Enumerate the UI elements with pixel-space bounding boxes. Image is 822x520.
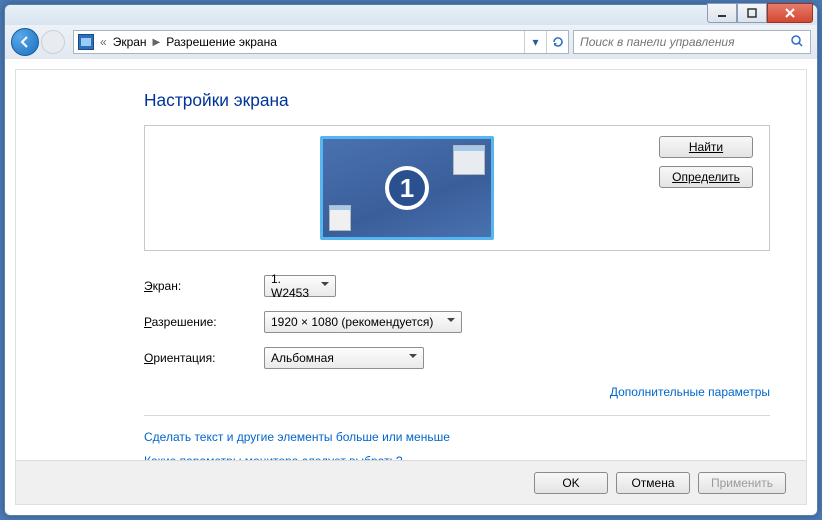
breadcrumb-chevron: « xyxy=(100,35,107,49)
orientation-label: Ориентация: xyxy=(144,351,264,365)
maximize-button[interactable] xyxy=(737,3,767,23)
detect-button[interactable]: Определить xyxy=(659,166,753,188)
ok-button[interactable]: OK xyxy=(534,472,608,494)
close-button[interactable] xyxy=(767,3,813,23)
back-button[interactable] xyxy=(11,28,39,56)
window-frame: « Экран ▶ Разрешение экрана ▾ Настройки … xyxy=(4,4,818,516)
nav-bar: « Экран ▶ Разрешение экрана ▾ xyxy=(5,25,817,59)
separator xyxy=(144,415,770,416)
button-bar: OK Отмена Применить xyxy=(16,460,806,504)
search-input[interactable] xyxy=(580,35,790,49)
control-panel-icon xyxy=(78,34,94,50)
cancel-button[interactable]: Отмена xyxy=(616,472,690,494)
address-bar[interactable]: « Экран ▶ Разрешение экрана ▾ xyxy=(73,30,569,54)
breadcrumb-item[interactable]: Разрешение экрана xyxy=(166,35,277,49)
breadcrumb-item[interactable]: Экран xyxy=(113,35,147,49)
resolution-select[interactable]: 1920 × 1080 (рекомендуется) xyxy=(264,311,462,333)
search-icon[interactable] xyxy=(790,34,804,51)
search-box[interactable] xyxy=(573,30,811,54)
monitor-number: 1 xyxy=(385,166,429,210)
chevron-icon: ▶ xyxy=(153,37,161,48)
screen-label: Экран: xyxy=(144,279,264,293)
display-preview-box: 1 Найти Определить xyxy=(144,125,770,251)
titlebar[interactable] xyxy=(5,5,817,25)
orientation-select[interactable]: Альбомная xyxy=(264,347,424,369)
text-size-link[interactable]: Сделать текст и другие элементы больше и… xyxy=(144,430,770,444)
content-area: Настройки экрана 1 Найти Определить Экра… xyxy=(15,69,807,505)
monitor-preview[interactable]: 1 xyxy=(320,136,494,240)
find-button[interactable]: Найти xyxy=(659,136,753,158)
window-thumb-icon xyxy=(329,205,351,231)
resolution-label: Разрешение: xyxy=(144,315,264,329)
page-title: Настройки экрана xyxy=(144,90,770,111)
refresh-button[interactable] xyxy=(546,31,568,53)
window-thumb-icon xyxy=(453,145,485,175)
minimize-button[interactable] xyxy=(707,3,737,23)
apply-button: Применить xyxy=(698,472,786,494)
screen-select[interactable]: 1. W2453 xyxy=(264,275,336,297)
address-dropdown[interactable]: ▾ xyxy=(524,31,546,53)
forward-button xyxy=(41,30,65,54)
advanced-settings-link[interactable]: Дополнительные параметры xyxy=(610,385,770,399)
